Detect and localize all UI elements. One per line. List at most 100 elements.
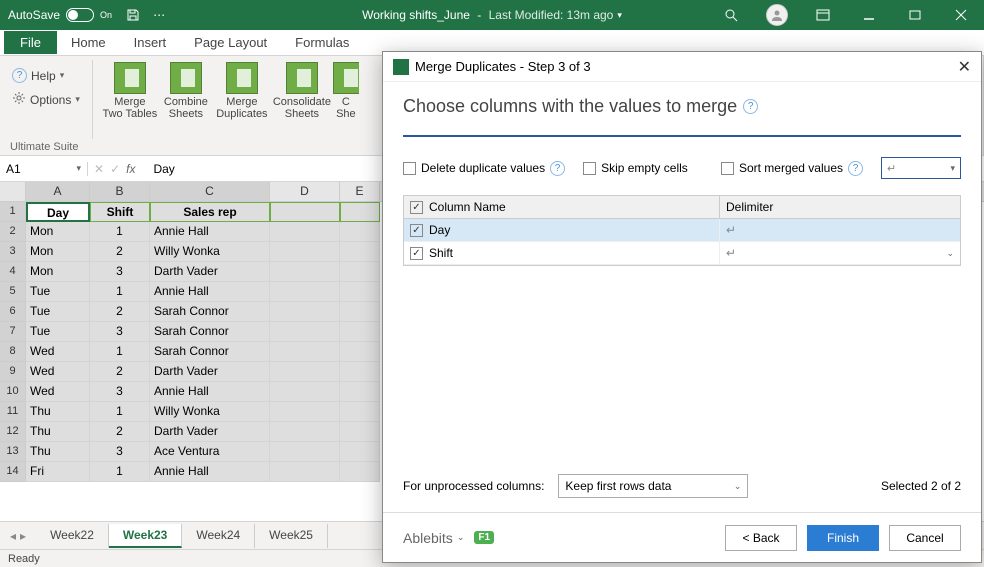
cell[interactable]: [340, 242, 380, 262]
cell[interactable]: [270, 422, 340, 442]
cell[interactable]: [270, 242, 340, 262]
cancel-formula-icon[interactable]: ✕: [94, 162, 104, 176]
cell[interactable]: Sarah Connor: [150, 342, 270, 362]
cell[interactable]: Mon: [26, 262, 90, 282]
cell[interactable]: Tue: [26, 282, 90, 302]
cell[interactable]: 1: [90, 342, 150, 362]
name-box[interactable]: A1 ▾: [0, 162, 88, 176]
truncated-button[interactable]: C She: [333, 60, 359, 139]
brand[interactable]: Ablebits ⌄: [403, 530, 464, 546]
dialog-titlebar[interactable]: Merge Duplicates - Step 3 of 3 ✕: [383, 52, 981, 82]
cell[interactable]: Annie Hall: [150, 462, 270, 482]
sheet-nav-next-icon[interactable]: ▸: [20, 529, 26, 543]
col-header-a[interactable]: A: [26, 182, 90, 201]
skip-empty-checkbox[interactable]: Skip empty cells: [583, 161, 688, 175]
cell[interactable]: [340, 422, 380, 442]
cell[interactable]: [340, 402, 380, 422]
sheet-tab-week25[interactable]: Week25: [255, 524, 328, 548]
unprocessed-select[interactable]: Keep first rows data ⌄: [558, 474, 748, 498]
cell[interactable]: Mon: [26, 242, 90, 262]
cell[interactable]: [270, 342, 340, 362]
cell[interactable]: Annie Hall: [150, 282, 270, 302]
cell[interactable]: Tue: [26, 302, 90, 322]
cell[interactable]: [340, 362, 380, 382]
tab-insert[interactable]: Insert: [120, 31, 181, 54]
cell[interactable]: Sarah Connor: [150, 302, 270, 322]
cell[interactable]: Thu: [26, 422, 90, 442]
more-icon[interactable]: ⋯: [146, 2, 172, 28]
tab-page-layout[interactable]: Page Layout: [180, 31, 281, 54]
cell[interactable]: Darth Vader: [150, 362, 270, 382]
cell[interactable]: 1: [90, 402, 150, 422]
cell[interactable]: Tue: [26, 322, 90, 342]
column-row-shift[interactable]: Shift ↵ ⌄: [404, 242, 960, 265]
delete-duplicate-checkbox[interactable]: Delete duplicate values ?: [403, 161, 565, 176]
cell[interactable]: 1: [90, 462, 150, 482]
cell[interactable]: 2: [90, 242, 150, 262]
help-button[interactable]: ? Help ▾: [8, 66, 84, 85]
col-header-c[interactable]: C: [150, 182, 270, 201]
account-icon[interactable]: [754, 0, 800, 30]
merge-duplicates-button[interactable]: Merge Duplicates: [213, 60, 271, 139]
cell[interactable]: [270, 402, 340, 422]
cell[interactable]: [340, 462, 380, 482]
col-header-d[interactable]: D: [270, 182, 340, 201]
cell[interactable]: 3: [90, 382, 150, 402]
row-header[interactable]: 2: [0, 222, 26, 242]
cancel-button[interactable]: Cancel: [889, 525, 961, 551]
row-header[interactable]: 5: [0, 282, 26, 302]
cell[interactable]: [340, 382, 380, 402]
cell[interactable]: 3: [90, 262, 150, 282]
row-header[interactable]: 9: [0, 362, 26, 382]
cell[interactable]: [340, 262, 380, 282]
cell[interactable]: Thu: [26, 402, 90, 422]
cell[interactable]: [340, 202, 380, 222]
sheet-tab-week24[interactable]: Week24: [182, 524, 255, 548]
cell[interactable]: [270, 382, 340, 402]
cell[interactable]: 2: [90, 362, 150, 382]
fx-icon[interactable]: fx: [126, 162, 141, 176]
column-row-day[interactable]: Day ↵: [404, 219, 960, 242]
help-icon[interactable]: ?: [550, 161, 565, 176]
cell[interactable]: [270, 202, 340, 222]
row-header[interactable]: 6: [0, 302, 26, 322]
cell[interactable]: [270, 322, 340, 342]
f1-badge[interactable]: F1: [474, 531, 494, 544]
col-header-e[interactable]: E: [340, 182, 380, 201]
maximize-icon[interactable]: [892, 0, 938, 30]
col-header-b[interactable]: B: [90, 182, 150, 201]
row-header[interactable]: 12: [0, 422, 26, 442]
combine-sheets-button[interactable]: Combine Sheets: [159, 60, 213, 139]
search-icon[interactable]: [708, 0, 754, 30]
cell[interactable]: [270, 222, 340, 242]
cell[interactable]: 1: [90, 282, 150, 302]
cell[interactable]: Willy Wonka: [150, 242, 270, 262]
cell[interactable]: Mon: [26, 222, 90, 242]
save-icon[interactable]: [120, 2, 146, 28]
cell[interactable]: Willy Wonka: [150, 402, 270, 422]
autosave-toggle[interactable]: [66, 8, 94, 22]
merge-two-tables-button[interactable]: Merge Two Tables: [101, 60, 159, 139]
cell[interactable]: [340, 302, 380, 322]
row-header[interactable]: 11: [0, 402, 26, 422]
sheet-nav-prev-icon[interactable]: ◂: [10, 529, 16, 543]
cell[interactable]: Annie Hall: [150, 222, 270, 242]
row-header[interactable]: 13: [0, 442, 26, 462]
cell[interactable]: [270, 282, 340, 302]
tab-home[interactable]: Home: [57, 31, 120, 54]
dialog-close-icon[interactable]: ✕: [958, 57, 971, 77]
tab-file[interactable]: File: [4, 31, 57, 54]
cell[interactable]: Darth Vader: [150, 262, 270, 282]
cell[interactable]: Sales rep: [150, 202, 270, 222]
cell[interactable]: [270, 302, 340, 322]
help-icon[interactable]: ?: [743, 99, 758, 114]
sort-merged-checkbox[interactable]: Sort merged values ?: [721, 161, 863, 176]
cell[interactable]: Wed: [26, 362, 90, 382]
row-header[interactable]: 10: [0, 382, 26, 402]
finish-button[interactable]: Finish: [807, 525, 879, 551]
cell[interactable]: [270, 442, 340, 462]
sheet-tab-week22[interactable]: Week22: [36, 524, 109, 548]
cell[interactable]: [340, 222, 380, 242]
enter-formula-icon[interactable]: ✓: [110, 162, 120, 176]
select-all-checkbox[interactable]: [410, 201, 423, 214]
